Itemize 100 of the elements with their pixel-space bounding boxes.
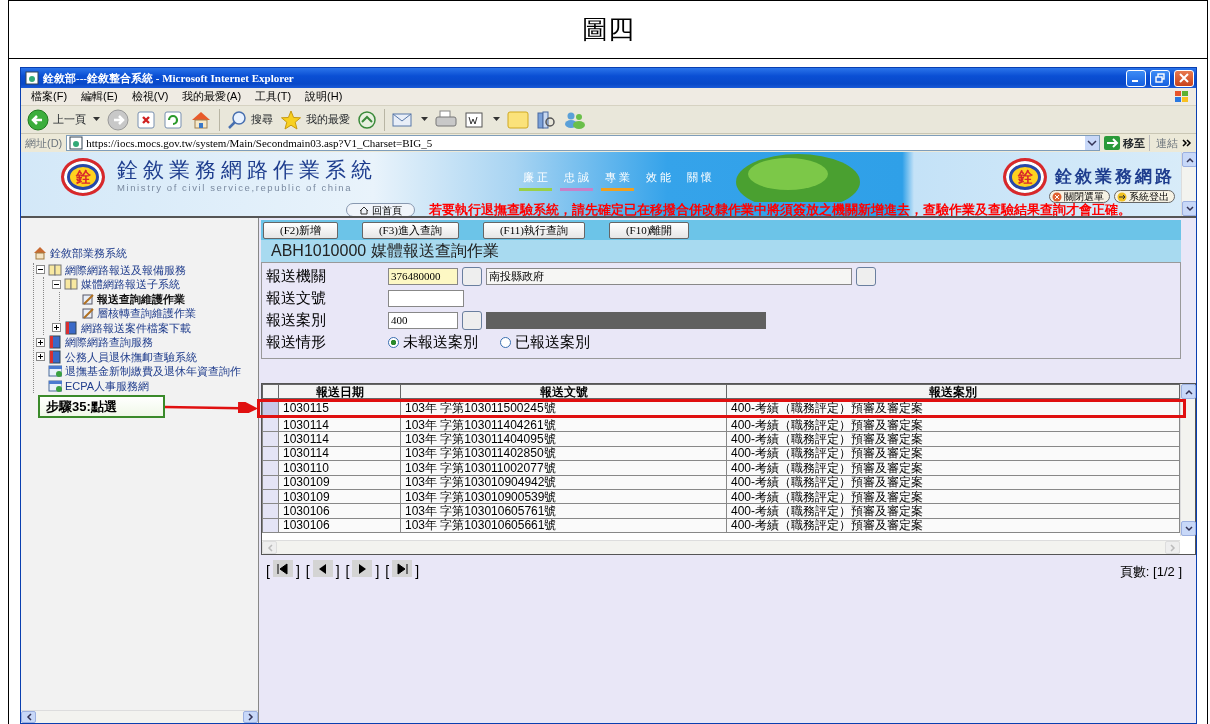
bracket: [	[305, 562, 310, 581]
motto-text: 忠 誠	[563, 170, 591, 186]
page-icon	[25, 71, 39, 85]
scroll-right-button[interactable]	[243, 711, 258, 723]
edit-document-button[interactable]	[464, 110, 486, 129]
restore-button[interactable]	[1150, 69, 1170, 87]
function-button[interactable]: (F2)新增	[263, 221, 338, 239]
bracket: ]	[335, 562, 340, 581]
function-button[interactable]: (F3)進入查詢	[361, 221, 459, 239]
home-button[interactable]: 回首頁	[346, 203, 415, 217]
menu-item[interactable]: 檢視(V)	[131, 88, 169, 105]
left-arrow-circle-icon[interactable]	[27, 108, 49, 131]
book-icon	[64, 277, 78, 292]
name-field[interactable]: 南投縣政府	[486, 268, 852, 285]
bracket: ]	[295, 562, 300, 581]
radio-button[interactable]	[388, 337, 399, 348]
plus-box-icon[interactable]	[52, 323, 61, 333]
dropdown-caret-icon[interactable]	[1085, 136, 1099, 150]
chevron-down-icon[interactable]	[1184, 525, 1193, 532]
tree-item[interactable]: 網際網路查詢服務	[65, 334, 153, 351]
forward-button[interactable]	[107, 108, 129, 131]
field-label: 報送機關	[266, 266, 327, 287]
research-button[interactable]	[536, 109, 556, 130]
tree-item[interactable]: 層核轉查詢維護作業	[97, 305, 196, 322]
star-icon[interactable]	[280, 109, 302, 130]
house-icon[interactable]	[359, 205, 369, 215]
horizontal-scrollbar[interactable]	[21, 710, 258, 723]
restore-icon[interactable]	[1155, 73, 1165, 83]
close-icon[interactable]	[1179, 73, 1189, 83]
tree-item[interactable]: ECPA人事服務網	[65, 377, 150, 394]
right-arrow-icon[interactable]	[1104, 136, 1120, 150]
step-callout: 步驟35:點選	[38, 395, 165, 418]
scrollbar[interactable]	[1181, 152, 1196, 216]
tree-item[interactable]: 退撫基金新制繳費及退休年資查詢作	[65, 363, 241, 380]
tree-item[interactable]: 報送查詢維護作業	[97, 290, 185, 307]
logout-button[interactable]: 系統登出	[1114, 190, 1175, 203]
minimize-button[interactable]	[1126, 69, 1146, 87]
chevron-down-icon[interactable]	[1185, 205, 1194, 212]
chevron-up-icon[interactable]	[1184, 388, 1193, 395]
favorites-button[interactable]: 我的最愛	[280, 109, 350, 130]
refresh-button[interactable]	[163, 109, 183, 130]
menu-toggle-button[interactable]: 關閉選單	[1049, 190, 1110, 203]
tree-item[interactable]: 媒體網路報送子系統	[81, 276, 180, 293]
menu-item[interactable]: 說明(H)	[305, 88, 343, 105]
lookup-button[interactable]	[462, 311, 482, 330]
column-header[interactable]: 報送文號	[400, 384, 727, 399]
tree-item[interactable]: 銓敘部業務系統	[50, 245, 127, 262]
dropdown-caret-icon[interactable]	[93, 117, 100, 122]
dropdown-caret-icon[interactable]	[421, 117, 428, 122]
menu-item[interactable]: 檔案(F)	[31, 88, 68, 105]
address-field[interactable]: https://iocs.mocs.gov.tw/system/Main/Secondmain03.asp?V1_Charset=BIG_5	[66, 135, 1100, 151]
go-button[interactable]: 移至	[1104, 134, 1145, 152]
arrow-circle-icon[interactable]	[1117, 191, 1127, 202]
search-button[interactable]: 搜尋	[227, 109, 273, 130]
printer-button[interactable]	[435, 109, 457, 130]
tree-item[interactable]: 公務人員退休撫卹查驗系統	[65, 348, 197, 365]
menu-item[interactable]: 我的最愛(A)	[182, 88, 242, 105]
mail-button[interactable]	[392, 110, 414, 129]
chevron-left-icon[interactable]	[25, 713, 32, 721]
tree-item[interactable]: 網路報送案件檔案下載	[81, 319, 191, 336]
home-button[interactable]	[190, 109, 212, 130]
radio-label: 已報送案別	[515, 332, 590, 353]
column-header[interactable]: 報送案別	[726, 384, 1180, 399]
lookup-button[interactable]	[856, 267, 876, 286]
tree-item[interactable]: 網際網路報送及報備服務	[65, 261, 186, 278]
function-button[interactable]: (F11)執行查詢	[482, 221, 585, 239]
function-button[interactable]: (F10)離開	[608, 221, 690, 239]
minus-box-icon[interactable]	[52, 279, 61, 289]
close-button[interactable]	[1174, 69, 1194, 87]
notice-text: 若要執行退撫查驗系統，請先確定已在移撥合併改隸作業中將須簽放之機關新增進去，查驗作業及查驗結果查詢才會正確。	[429, 202, 1131, 219]
chevron-right-icon[interactable]	[247, 713, 254, 721]
minus-box-icon[interactable]	[36, 265, 45, 275]
text-field[interactable]	[388, 290, 464, 307]
plus-box-icon[interactable]	[36, 337, 45, 347]
dropdown-caret-icon[interactable]	[493, 117, 500, 122]
menu-item[interactable]: 工具(T)	[255, 88, 292, 105]
search-icon[interactable]	[227, 109, 247, 130]
close-circle-icon[interactable]	[1052, 191, 1062, 202]
back-button[interactable]: 上一頁	[27, 108, 86, 131]
windows-flag-icon	[1172, 89, 1190, 104]
media-button[interactable]	[357, 109, 377, 130]
links-label[interactable]: 連結	[1149, 134, 1178, 152]
code-field[interactable]: 400	[388, 312, 458, 329]
scroll-up-button[interactable]	[1181, 384, 1196, 399]
menu-item[interactable]: 編輯(E)	[81, 88, 118, 105]
brand-title: 銓敘業務網路	[1055, 166, 1175, 189]
field-label: 報送案別	[266, 310, 327, 331]
scroll-down-button[interactable]	[1182, 201, 1196, 216]
lookup-button[interactable]	[462, 267, 482, 286]
scroll-left-button[interactable]	[21, 711, 36, 723]
radio-button[interactable]	[500, 337, 511, 348]
chevron-icon[interactable]	[1182, 138, 1192, 148]
scroll-down-button[interactable]	[1181, 521, 1196, 536]
scroll-up-button[interactable]	[1182, 152, 1196, 167]
scrollbar[interactable]	[1180, 384, 1195, 536]
chevron-up-icon[interactable]	[1185, 156, 1194, 163]
code-field[interactable]: 376480000	[388, 268, 458, 285]
stop-button[interactable]	[136, 109, 156, 130]
plus-box-icon[interactable]	[36, 352, 45, 362]
column-header[interactable]: 報送日期	[278, 384, 401, 399]
